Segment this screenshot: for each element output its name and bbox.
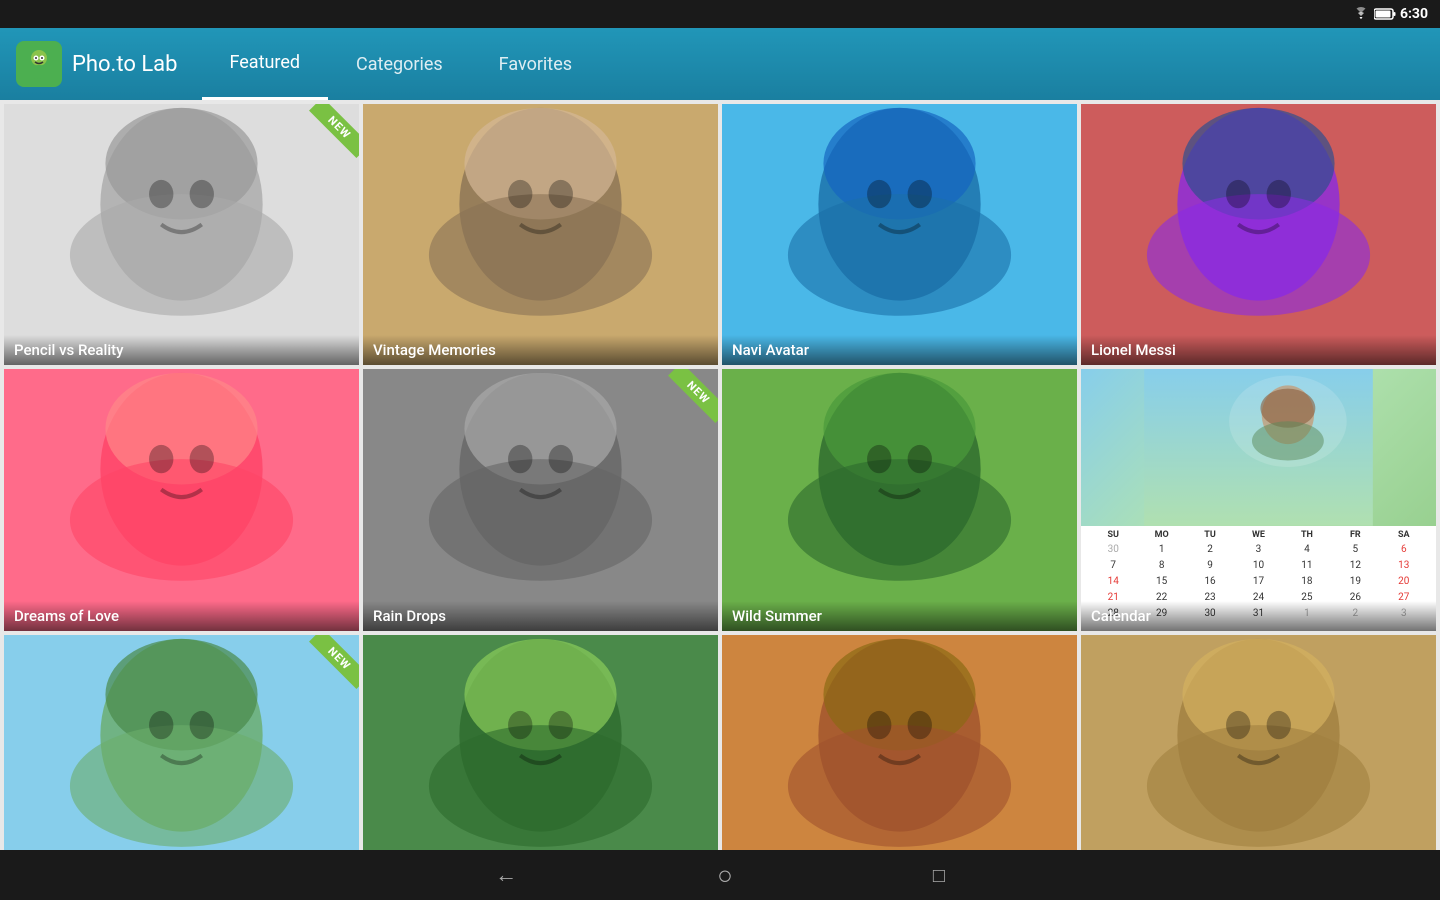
photo-grid: Pencil vs Reality Vintage Memories Navi … <box>4 104 1436 896</box>
item-label-wild-summer: Wild Summer <box>722 601 1077 631</box>
tab-favorites[interactable]: Favorites <box>471 28 600 100</box>
home-button[interactable]: ○ <box>717 860 733 891</box>
new-badge <box>299 635 359 695</box>
item-label-rain-drops: Rain Drops <box>363 601 718 631</box>
recent-apps-button[interactable]: □ <box>933 863 945 888</box>
status-bar: 6:30 <box>0 0 1440 28</box>
status-icons: 6:30 <box>1352 6 1428 22</box>
back-button[interactable]: ← <box>495 862 517 888</box>
wifi-icon <box>1352 7 1370 21</box>
grid-item-wild-summer[interactable]: Wild Summer <box>722 369 1077 630</box>
app-title: Pho.to Lab <box>72 52 178 77</box>
grid-item-rain-drops[interactable]: Rain Drops <box>363 369 718 630</box>
grid-item-pencil-vs-reality[interactable]: Pencil vs Reality <box>4 104 359 365</box>
topbar: Pho.to Lab Featured Categories Favorites <box>0 28 1440 100</box>
item-label-calendar: Calendar <box>1081 601 1436 631</box>
calendar-photo: SUMOTUWETHFRSA30123456789101112131415161… <box>1081 369 1436 630</box>
new-badge <box>658 369 718 429</box>
app-logo: Pho.to Lab <box>16 41 178 87</box>
bottom-nav: ← ○ □ <box>0 850 1440 900</box>
grid-item-dreams-of-love[interactable]: Dreams of Love <box>4 369 359 630</box>
clock-display: 6:30 <box>1400 6 1428 22</box>
nav-tabs: Featured Categories Favorites <box>202 28 601 100</box>
battery-icon <box>1374 8 1396 20</box>
photo-grid-container: Pencil vs Reality Vintage Memories Navi … <box>0 100 1440 900</box>
item-label-navi-avatar: Navi Avatar <box>722 335 1077 365</box>
item-label-lionel-messi: Lionel Messi <box>1081 335 1436 365</box>
grid-item-calendar[interactable]: SUMOTUWETHFRSA30123456789101112131415161… <box>1081 369 1436 630</box>
item-label-dreams-of-love: Dreams of Love <box>4 601 359 631</box>
calendar-image <box>1081 369 1436 526</box>
app-icon <box>16 41 62 87</box>
tab-featured[interactable]: Featured <box>202 28 329 100</box>
grid-item-navi-avatar[interactable]: Navi Avatar <box>722 104 1077 365</box>
new-badge <box>299 104 359 164</box>
grid-item-lionel-messi[interactable]: Lionel Messi <box>1081 104 1436 365</box>
grid-item-vintage-memories[interactable]: Vintage Memories <box>363 104 718 365</box>
tab-categories[interactable]: Categories <box>328 28 471 100</box>
item-label-vintage-memories: Vintage Memories <box>363 335 718 365</box>
item-label-pencil-vs-reality: Pencil vs Reality <box>4 335 359 365</box>
